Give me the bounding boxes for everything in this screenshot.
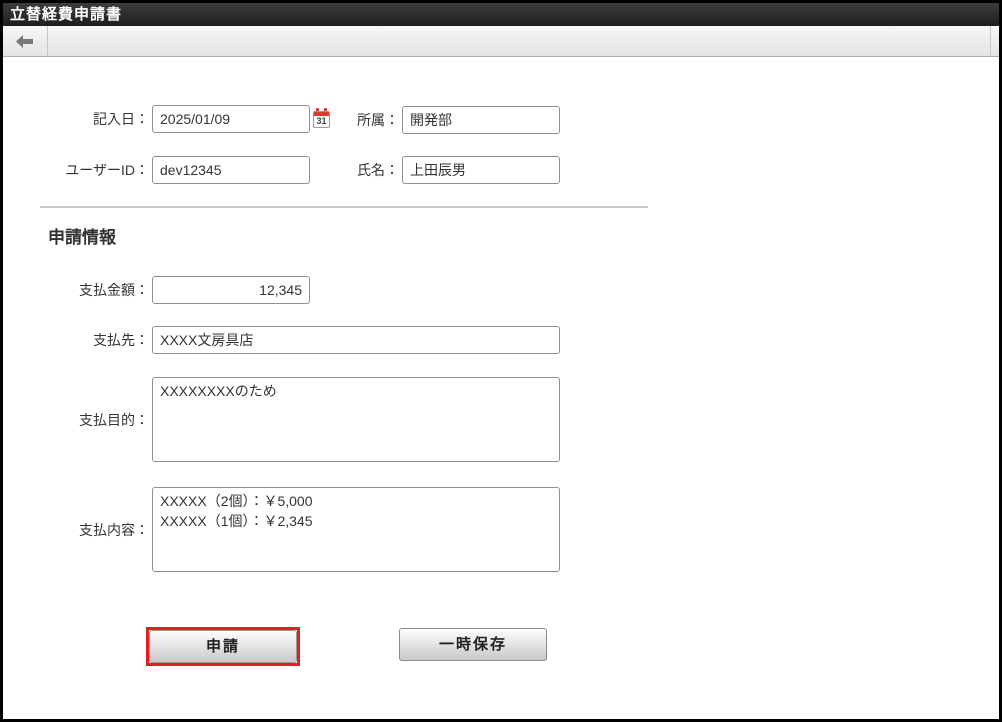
payee-label: 支払先： bbox=[3, 326, 149, 354]
purpose-label: 支払目的： bbox=[3, 377, 149, 462]
submit-button[interactable]: 申請 bbox=[149, 630, 297, 663]
section-divider bbox=[40, 206, 648, 208]
entry-date-input[interactable] bbox=[152, 105, 310, 133]
titlebar: 立替経費申請書 bbox=[3, 3, 999, 26]
name-input[interactable] bbox=[402, 156, 560, 184]
back-arrow-icon bbox=[16, 35, 34, 48]
details-textarea[interactable]: XXXXX（2個）：￥5,000 XXXXX（1個）：￥2,345 bbox=[152, 487, 560, 572]
payee-input[interactable] bbox=[152, 326, 560, 354]
name-label: 氏名： bbox=[323, 156, 399, 184]
entry-date-label: 記入日： bbox=[3, 105, 149, 133]
department-label: 所属： bbox=[323, 106, 399, 134]
app-window: 立替経費申請書 記入日： 31 所属： ユーザーID： 氏名： 申請情 bbox=[0, 0, 1002, 722]
user-id-label: ユーザーID： bbox=[3, 156, 149, 184]
save-draft-wrapper: 一時保存 bbox=[399, 628, 547, 661]
toolbar bbox=[3, 26, 999, 57]
page-title: 立替経費申請書 bbox=[10, 6, 122, 23]
details-label: 支払内容： bbox=[3, 487, 149, 572]
toolbar-section-divider bbox=[990, 26, 991, 56]
user-id-input[interactable] bbox=[152, 156, 310, 184]
amount-label: 支払金額： bbox=[3, 276, 149, 304]
form-area: 記入日： 31 所属： ユーザーID： 氏名： 申請情報 支払金額： 支払先： … bbox=[3, 57, 999, 719]
purpose-textarea[interactable]: XXXXXXXXのため bbox=[152, 377, 560, 462]
section-heading: 申請情報 bbox=[48, 223, 116, 248]
save-draft-button[interactable]: 一時保存 bbox=[399, 628, 547, 661]
department-input[interactable] bbox=[402, 106, 560, 134]
back-button[interactable] bbox=[3, 26, 48, 56]
amount-input[interactable] bbox=[152, 276, 310, 304]
submit-highlight-box: 申請 bbox=[146, 627, 300, 666]
